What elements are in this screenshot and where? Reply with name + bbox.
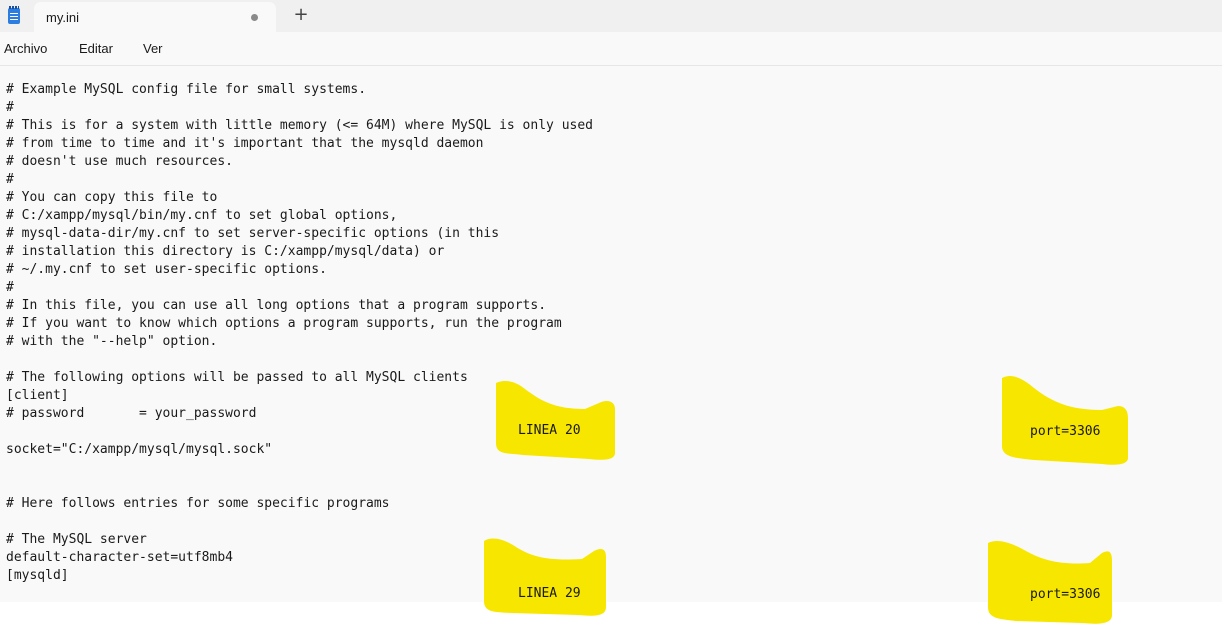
editor-line[interactable]: [mysqld] (6, 567, 69, 585)
highlight-port-1: port=3306 (998, 374, 1130, 466)
editor-line[interactable]: # (6, 99, 14, 117)
editor-line[interactable]: socket="C:/xampp/mysql/mysql.sock" (6, 441, 272, 459)
editor-line[interactable]: # (6, 279, 14, 297)
editor-line[interactable]: [client] (6, 387, 69, 405)
menu-bar: Archivo Editar Ver (0, 32, 1222, 66)
editor-line[interactable]: # ~/.my.cnf to set user-specific options… (6, 261, 327, 279)
notepad-icon (8, 6, 20, 24)
editor-line[interactable]: # C:/xampp/mysql/bin/my.cnf to set globa… (6, 207, 397, 225)
title-bar: my.ini + (0, 0, 1222, 32)
notepad-window: my.ini + Archivo Editar Ver # Example My… (0, 0, 1222, 625)
editor-line[interactable]: # The following options will be passed t… (6, 369, 468, 387)
editor-line[interactable]: # Example MySQL config file for small sy… (6, 81, 366, 99)
text-editor[interactable]: # Example MySQL config file for small sy… (0, 66, 1222, 602)
editor-line[interactable]: # The MySQL server (6, 531, 147, 549)
editor-line[interactable]: # In this file, you can use all long opt… (6, 297, 546, 315)
highlight-port-2: port=3306 (986, 539, 1114, 625)
editor-line[interactable]: # installation this directory is C:/xamp… (6, 243, 444, 261)
tab-title: my.ini (46, 10, 79, 25)
menu-file[interactable]: Archivo (4, 41, 47, 56)
unsaved-dot-icon[interactable] (251, 14, 258, 21)
annotation-port-2: port=3306 (1030, 587, 1101, 602)
annotation-port-1: port=3306 (1030, 424, 1101, 439)
tab-my-ini[interactable]: my.ini (34, 2, 276, 32)
annotation-line-20: LINEA 20 (518, 423, 581, 438)
editor-line[interactable]: # from time to time and it's important t… (6, 135, 483, 153)
editor-line[interactable]: # mysql-data-dir/my.cnf to set server-sp… (6, 225, 499, 243)
editor-line[interactable]: # If you want to know which options a pr… (6, 315, 562, 333)
editor-line[interactable]: # This is for a system with little memor… (6, 117, 593, 135)
editor-line[interactable]: # password = your_password (6, 405, 256, 423)
highlight-linea-29: LINEA 29 (482, 537, 608, 617)
plus-icon[interactable]: + (292, 5, 310, 25)
editor-line[interactable]: default-character-set=utf8mb4 (6, 549, 233, 567)
editor-line[interactable]: # You can copy this file to (6, 189, 217, 207)
highlight-linea-20: LINEA 20 (493, 379, 617, 461)
editor-line[interactable]: # doesn't use much resources. (6, 153, 233, 171)
menu-view[interactable]: Ver (143, 41, 163, 56)
annotation-line-29: LINEA 29 (518, 586, 581, 601)
editor-line[interactable]: # Here follows entries for some specific… (6, 495, 390, 513)
editor-line[interactable]: # with the "--help" option. (6, 333, 217, 351)
menu-edit[interactable]: Editar (79, 41, 113, 56)
editor-line[interactable]: # (6, 171, 14, 189)
